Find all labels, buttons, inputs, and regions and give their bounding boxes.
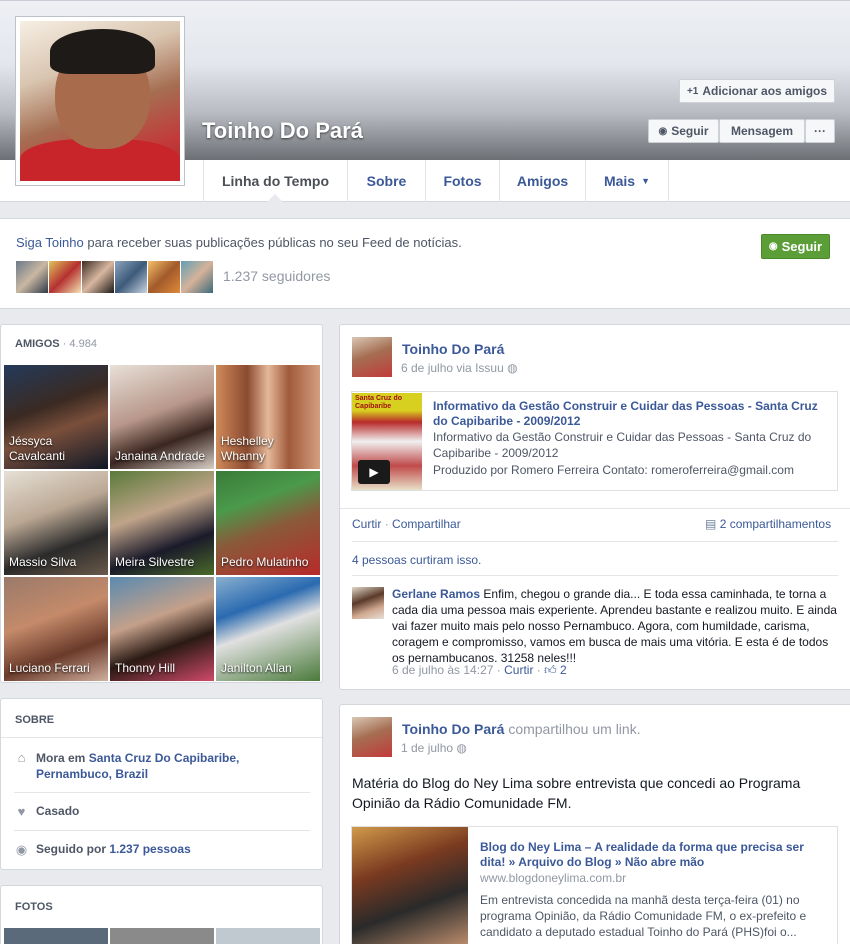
tab-more[interactable]: Mais ▼: [585, 160, 669, 202]
friend-tile[interactable]: Jéssyca Cavalcanti: [4, 365, 108, 469]
tab-photos[interactable]: Fotos: [425, 160, 499, 202]
post-date[interactable]: 6 de julho: [401, 361, 453, 375]
link-title[interactable]: Blog do Ney Lima – A realidade da forma …: [480, 840, 820, 870]
tab-friends[interactable]: Amigos: [499, 160, 585, 202]
share-link[interactable]: Compartilhar: [392, 517, 461, 531]
commenter-avatar[interactable]: [352, 587, 384, 619]
profile-name[interactable]: Toinho Do Pará: [202, 118, 363, 144]
rss-icon: ◉: [15, 842, 28, 857]
link-producer: Produzido por Romero Ferreira Contato: r…: [433, 463, 794, 477]
comment-like-link[interactable]: Curtir: [504, 663, 533, 677]
friend-tile[interactable]: Heshelley Whanny: [216, 365, 320, 469]
rss-icon: ◉: [658, 125, 668, 137]
comment-author[interactable]: Gerlane Ramos: [392, 587, 480, 601]
link-url: www.blogdoneylima.com.br: [480, 871, 627, 885]
rss-icon: ◉: [768, 241, 778, 252]
follow-link[interactable]: Siga Toinho: [16, 235, 84, 250]
follow-button-green[interactable]: ◉ Seguir: [761, 234, 830, 259]
share-icon: ▤: [705, 517, 717, 531]
globe-icon: ◍: [507, 361, 518, 375]
photos-title[interactable]: FOTOS: [15, 901, 53, 913]
active-tab-indicator: [267, 194, 283, 202]
thumbs-up-icon: 👍︎: [544, 663, 557, 677]
friend-tile[interactable]: Meira Silvestre: [110, 471, 214, 575]
follower-avatar[interactable]: [148, 261, 180, 293]
friend-tile[interactable]: Pedro Mulatinho: [216, 471, 320, 575]
link-thumbnail[interactable]: Santa Cruz do Capibaribe ▶: [352, 393, 422, 490]
friend-tile[interactable]: Thonny Hill: [110, 577, 214, 681]
post-via[interactable]: via Issuu: [456, 361, 503, 375]
follower-avatar[interactable]: [16, 261, 48, 293]
likes-summary[interactable]: 4 pessoas curtiram isso.: [352, 553, 481, 567]
friend-tile[interactable]: Luciano Ferrari: [4, 577, 108, 681]
follow-button[interactable]: ◉ Seguir: [648, 119, 719, 143]
friend-tile[interactable]: Massio Silva: [4, 471, 108, 575]
add-friend-icon: +1: [686, 85, 699, 97]
more-options-button[interactable]: ···: [805, 119, 835, 143]
profile-picture[interactable]: [15, 16, 185, 186]
post-author-name[interactable]: Toinho Do Pará: [402, 341, 504, 357]
play-icon[interactable]: ▶: [358, 460, 390, 484]
friends-count: · 4.984: [62, 338, 97, 350]
heart-icon: ♥: [17, 804, 26, 819]
followers-thumbnails: [16, 261, 213, 293]
photo-thumbnail[interactable]: [4, 928, 108, 944]
follower-avatar[interactable]: [49, 261, 81, 293]
follower-avatar[interactable]: [82, 261, 114, 293]
post-text: Matéria do Blog do Ney Lima sobre entrev…: [352, 775, 801, 811]
comment: Gerlane Ramos Enfim, chegou o grande dia…: [392, 587, 837, 665]
post-date[interactable]: 1 de julho: [401, 741, 453, 755]
photo-thumbnail[interactable]: [216, 928, 320, 944]
comment-time[interactable]: 6 de julho às 14:27: [392, 663, 493, 677]
add-friend-button[interactable]: +1 Adicionar aos amigos: [679, 79, 835, 103]
post-author-avatar[interactable]: [352, 337, 392, 377]
about-lives-in: ⌂ Mora em Santa Cruz Do Capibaribe, Pern…: [14, 750, 310, 782]
friend-tile[interactable]: Janilton Allan: [216, 577, 320, 681]
message-button[interactable]: Mensagem: [719, 119, 805, 143]
friends-title[interactable]: AMIGOS: [15, 338, 60, 350]
friend-tile[interactable]: Janaina Andrade: [110, 365, 214, 469]
followers-count[interactable]: 1.237 seguidores: [223, 268, 330, 284]
link-title[interactable]: Informativo da Gestão Construir e Cuidar…: [433, 399, 828, 429]
globe-icon: ◍: [456, 741, 467, 755]
comment-likes-count[interactable]: 2: [560, 663, 567, 677]
link-thumbnail[interactable]: [352, 827, 468, 944]
chevron-down-icon: ▼: [641, 176, 651, 186]
about-title[interactable]: SOBRE: [15, 714, 54, 726]
about-followed-by: ◉ Seguido por 1.237 pessoas: [15, 842, 191, 857]
follower-avatar[interactable]: [181, 261, 213, 293]
about-relationship: ♥ Casado: [14, 804, 310, 819]
tab-about[interactable]: Sobre: [347, 160, 425, 202]
home-icon: ⌂: [17, 750, 26, 765]
post-author-avatar[interactable]: [352, 717, 392, 757]
follower-avatar[interactable]: [115, 261, 147, 293]
link-description: Informativo da Gestão Construir e Cuidar…: [433, 430, 812, 460]
post-author-name[interactable]: Toinho Do Pará: [402, 721, 504, 737]
like-link[interactable]: Curtir: [352, 517, 381, 531]
photo-thumbnail[interactable]: [110, 928, 214, 944]
shares-count[interactable]: 2 compartilhamentos: [720, 517, 831, 531]
link-description: Em entrevista concedida na manhã desta t…: [480, 893, 807, 939]
